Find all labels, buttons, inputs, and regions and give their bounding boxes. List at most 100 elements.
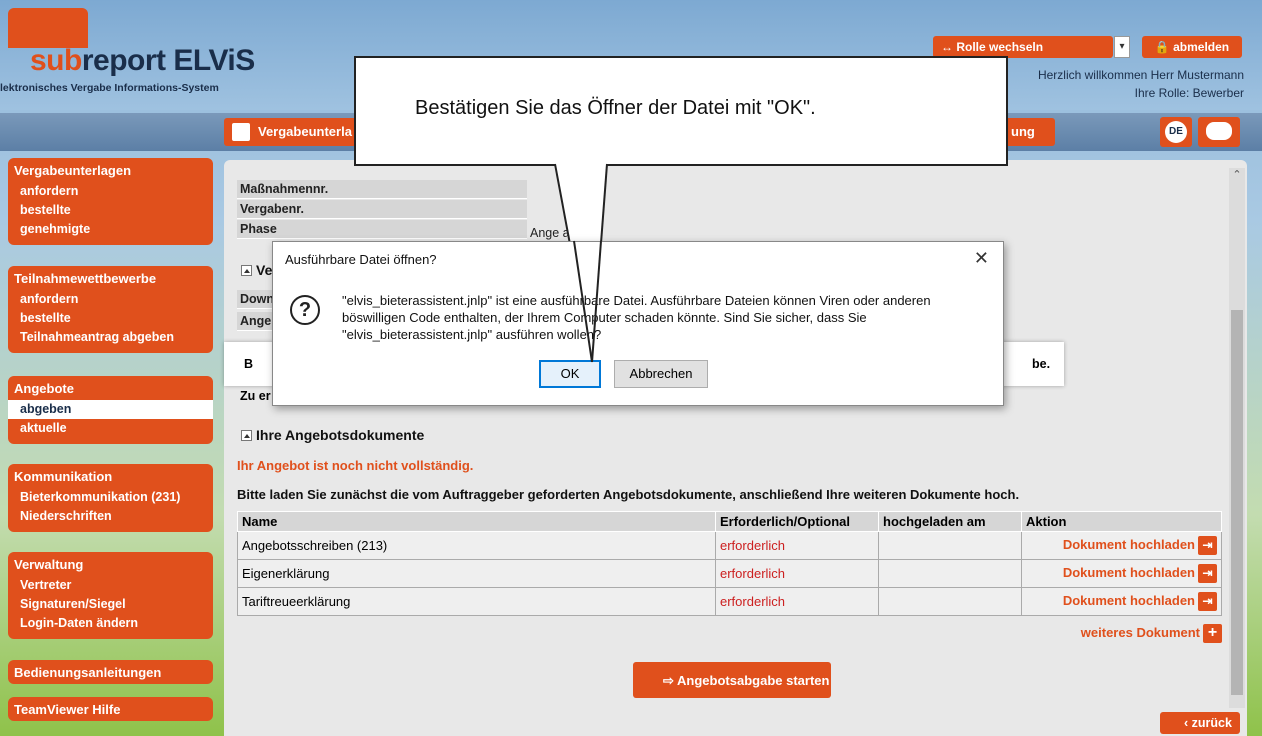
- document-icon: [232, 123, 250, 141]
- sidebar-item[interactable]: anfordern: [8, 182, 213, 201]
- start-icon: ⇨: [663, 673, 678, 688]
- sidebar-item[interactable]: Teilnahmeantrag abgeben: [8, 328, 213, 347]
- column-header: Aktion: [1021, 511, 1222, 532]
- chat-icon[interactable]: [1198, 117, 1240, 147]
- logo-tab: [8, 8, 88, 48]
- section-toggle-documents[interactable]: Ihre Angebotsdokumente: [241, 427, 424, 443]
- welcome-text: Herzlich willkommen Herr Mustermann Ihre…: [1038, 66, 1244, 102]
- logo-sub: sub: [30, 44, 82, 77]
- ok-button[interactable]: OK: [539, 360, 601, 388]
- role-switch-select[interactable]: ↔ Rolle wechseln: [933, 36, 1113, 58]
- upload-icon: ⇥: [1198, 564, 1217, 583]
- upload-label: Dokument hochladen: [1062, 536, 1195, 552]
- sidebar-item[interactable]: anfordern: [8, 290, 213, 309]
- column-header: Name: [237, 511, 716, 532]
- logo-main: report ELViS: [81, 44, 255, 77]
- table-row: Tariftreueerklärung erforderlich Dokument …: [237, 587, 1222, 616]
- upload-document-link[interactable]: Dokument hochladen ⇥: [1021, 559, 1222, 588]
- language-button[interactable]: DE: [1160, 117, 1192, 147]
- sidebar-item[interactable]: bestellte: [8, 201, 213, 220]
- sidebar-item[interactable]: Bieterkommunikation (231): [8, 488, 213, 507]
- section-toggle[interactable]: Ve: [241, 262, 272, 278]
- scroll-up-icon[interactable]: ⌃: [1230, 168, 1244, 186]
- requirement-status: erforderlich: [715, 587, 879, 616]
- sidebar-group-title[interactable]: Angebote: [8, 376, 213, 400]
- collapse-icon: [241, 430, 252, 441]
- document-name: Tariftreueerklärung: [237, 587, 716, 616]
- sidebar-item[interactable]: abgeben: [8, 400, 213, 419]
- upload-icon: ⇥: [1198, 592, 1217, 611]
- detail-label: Zu er: [240, 389, 271, 403]
- logout-label: abmelden: [1173, 40, 1230, 54]
- banner-text-left: B: [244, 357, 254, 371]
- sidebar-item[interactable]: bestellte: [8, 309, 213, 328]
- upload-document-link[interactable]: Dokument hochladen ⇥: [1021, 531, 1222, 560]
- uploaded-date: [878, 587, 1022, 616]
- sidebar-group: Angebote abgeben aktuelle: [8, 376, 213, 444]
- detail-label: Maßnahmennr.: [237, 180, 527, 199]
- sidebar-group-title[interactable]: Kommunikation: [8, 464, 213, 488]
- sidebar-item[interactable]: aktuelle: [8, 419, 213, 438]
- uploaded-date: [878, 559, 1022, 588]
- upload-label: Dokument hochladen: [1062, 564, 1195, 580]
- incomplete-warning: Ihr Angebot ist noch nicht vollständig.: [237, 458, 474, 473]
- nav-tab-vergabeunterlagen[interactable]: Vergabeunterla: [224, 118, 364, 146]
- logo[interactable]: subreport ELViS: [30, 44, 255, 78]
- scrollbar-thumb[interactable]: [1231, 310, 1243, 695]
- sidebar-item[interactable]: Niederschriften: [8, 507, 213, 526]
- sidebar-group-title[interactable]: TeamViewer Hilfe: [8, 697, 213, 721]
- detail-value: Ange ase: [530, 226, 583, 240]
- dialog-message: "elvis_bieterassistent.jnlp" ist eine au…: [342, 293, 931, 342]
- collapse-icon: [241, 265, 252, 276]
- question-icon: ?: [290, 295, 320, 325]
- section-title: Ihre Angebotsdokumente: [256, 427, 425, 443]
- table-row: Eigenerklärung erforderlich Dokument hochl…: [237, 559, 1222, 588]
- welcome-line: Herzlich willkommen Herr Mustermann: [1037, 68, 1244, 82]
- back-label: zurück: [1191, 716, 1232, 730]
- sidebar-group-title[interactable]: Vergabeunterlagen: [8, 158, 213, 182]
- uploaded-date: [878, 531, 1022, 560]
- sidebar-item[interactable]: Vertreter: [8, 576, 213, 595]
- table-header-row: Name Erforderlich/Optional hochgeladen a…: [237, 511, 1222, 532]
- add-document-label: weiteres Dokument: [1080, 624, 1200, 640]
- column-header: hochgeladen am: [878, 511, 1022, 532]
- sidebar-group: Verwaltung Vertreter Signaturen/Siegel Logi…: [8, 552, 213, 639]
- sidebar-group: Vergabeunterlagen anfordern bestellte geneh…: [8, 158, 213, 245]
- chevron-down-icon[interactable]: ▾: [1114, 36, 1130, 58]
- document-name: Angebotsschreiben (213): [237, 531, 716, 560]
- sidebar-item[interactable]: Login-Daten ändern: [8, 614, 213, 633]
- detail-label: Phase: [237, 220, 527, 239]
- lock-icon: 🔒: [1154, 40, 1174, 54]
- document-name: Eigenerklärung: [237, 559, 716, 588]
- sidebar-group: TeamViewer Hilfe: [8, 697, 213, 721]
- sidebar-item[interactable]: Signaturen/Siegel: [8, 595, 213, 614]
- requirement-status: erforderlich: [715, 559, 879, 588]
- sidebar-group-title[interactable]: Verwaltung: [8, 552, 213, 576]
- sidebar-group: Kommunikation Bieterkommunikation (231) Ni…: [8, 464, 213, 532]
- upload-document-link[interactable]: Dokument hochladen ⇥: [1021, 587, 1222, 616]
- sidebar-item[interactable]: genehmigte: [8, 220, 213, 239]
- logout-button[interactable]: 🔒 abmelden: [1142, 36, 1242, 58]
- sidebar-group: Bedienungsanleitungen: [8, 660, 213, 684]
- nav-tab-partial[interactable]: ung: [1005, 118, 1055, 146]
- nav-tab-label: Vergabeunterla: [258, 124, 352, 139]
- cancel-button[interactable]: Abbrechen: [614, 360, 708, 388]
- sidebar-group-title[interactable]: Teilnahmewettbewerbe: [8, 266, 213, 290]
- requirement-status: erforderlich: [715, 531, 879, 560]
- start-submission-button[interactable]: ⇨ Angebotsabgabe starten: [633, 662, 831, 698]
- plus-icon: +: [1203, 624, 1222, 643]
- chevron-left-icon: ‹: [1184, 716, 1192, 730]
- detail-label: Down: [237, 290, 277, 309]
- callout-text: Bestätigen Sie das Öffner der Datei mit …: [415, 97, 816, 119]
- upload-icon: ⇥: [1198, 536, 1217, 555]
- open-file-dialog: Ausführbare Datei öffnen? ✕ ? "elvis_bie…: [272, 241, 1004, 406]
- documents-table: Name Erforderlich/Optional hochgeladen a…: [237, 511, 1222, 616]
- role-line: Ihre Rolle: Bewerber: [1134, 86, 1244, 100]
- banner-text-right: be.: [1032, 357, 1051, 371]
- add-document-link[interactable]: weiteres Dokument +: [1081, 624, 1222, 643]
- dialog-title: Ausführbare Datei öffnen?: [285, 252, 437, 267]
- sidebar-group-title[interactable]: Bedienungsanleitungen: [8, 660, 213, 684]
- back-button[interactable]: ‹ zurück: [1160, 712, 1240, 734]
- close-icon[interactable]: ✕: [974, 248, 989, 269]
- detail-label: Vergabenr.: [237, 200, 527, 219]
